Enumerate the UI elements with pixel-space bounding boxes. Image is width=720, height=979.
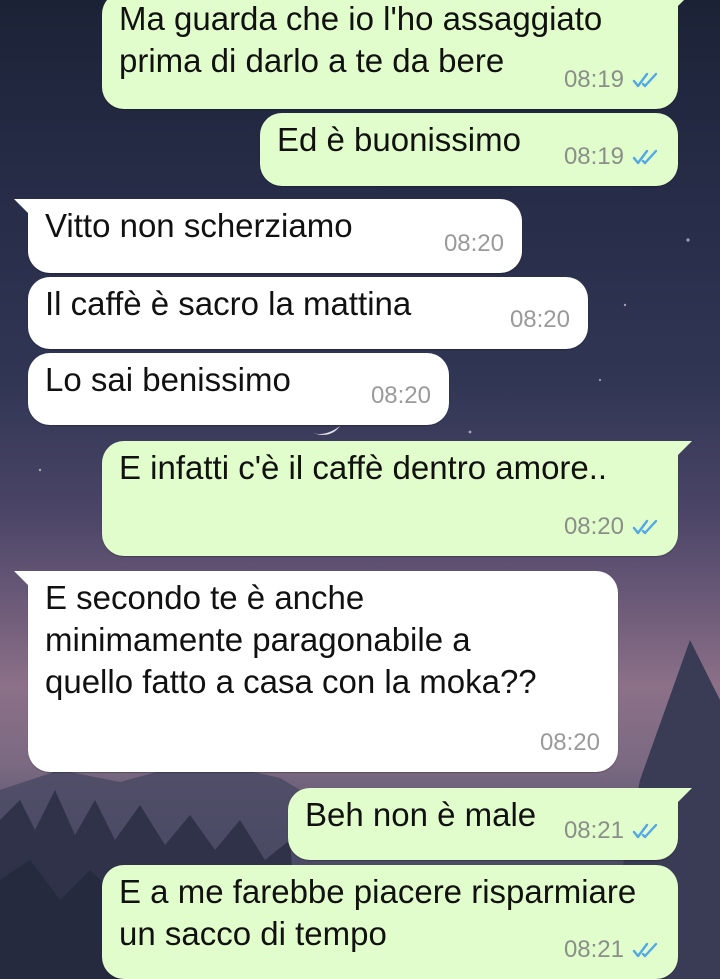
message-meta: 08:20 (510, 299, 570, 341)
message-meta: 08:20 (540, 722, 600, 764)
message-text: Il caffè è sacro la mattina (45, 285, 412, 322)
double-check-icon (632, 519, 658, 535)
double-check-icon (632, 823, 658, 839)
message-time: 08:20 (370, 382, 431, 409)
message-time: 08:21 (563, 817, 624, 844)
message-bubble-outgoing[interactable]: Ed è buonissimo 08:19 (260, 113, 678, 186)
message-bubble-incoming[interactable]: Il caffè è sacro la mattina 08:20 (28, 277, 588, 349)
message-bubble-outgoing[interactable]: E infatti c'è il caffè dentro amore.. 08… (102, 441, 692, 556)
message-meta: 08:20 (444, 223, 504, 265)
message-text: E infatti c'è il caffè dentro amore.. (119, 449, 608, 486)
message-text: Ed è buonissimo (277, 121, 521, 158)
message-text: E secondo te è anche minimamente paragon… (45, 579, 537, 700)
message-time: 08:19 (563, 66, 624, 93)
message-text: Beh non è male (305, 796, 537, 833)
message-bubble-incoming[interactable]: Lo sai benissimo 08:20 (28, 353, 449, 425)
message-meta: 08:20 (371, 375, 431, 417)
double-check-icon (632, 149, 658, 165)
message-time: 08:20 (563, 513, 624, 540)
message-meta: 08:19 (564, 136, 660, 178)
message-meta: 08:19 (564, 59, 660, 101)
message-time: 08:20 (443, 230, 504, 257)
message-meta: 08:21 (564, 929, 660, 971)
message-bubble-outgoing[interactable]: E a me farebbe piacere risparmiare un sa… (102, 865, 678, 979)
message-meta: 08:20 (564, 506, 660, 548)
message-bubble-outgoing[interactable]: Beh non è male 08:21 (288, 788, 692, 860)
double-check-icon (632, 942, 658, 958)
message-time: 08:20 (539, 729, 600, 756)
double-check-icon (632, 72, 658, 88)
message-text: E a me farebbe piacere risparmiare un sa… (119, 873, 637, 952)
message-bubble-incoming[interactable]: E secondo te è anche minimamente paragon… (14, 571, 618, 772)
message-time: 08:20 (509, 306, 570, 333)
message-bubble-incoming[interactable]: Vitto non scherziamo 08:20 (14, 199, 522, 273)
message-meta: 08:21 (564, 810, 660, 852)
message-text: Lo sai benissimo (45, 361, 291, 398)
message-text: Ma guarda che io l'ho assaggiato prima d… (119, 0, 603, 79)
message-time: 08:19 (563, 143, 624, 170)
message-time: 08:21 (563, 936, 624, 963)
message-text: Vitto non scherziamo (45, 207, 353, 244)
message-bubble-outgoing[interactable]: Ma guarda che io l'ho assaggiato prima d… (102, 0, 692, 109)
